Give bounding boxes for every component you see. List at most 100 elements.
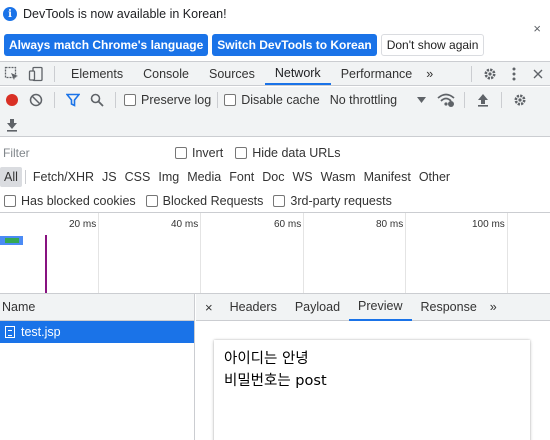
type-filter-other[interactable]: Other bbox=[415, 167, 454, 187]
close-devtools-icon[interactable] bbox=[526, 63, 550, 85]
throttling-value: No throttling bbox=[329, 93, 398, 107]
dropdown-arrow-icon bbox=[417, 97, 427, 103]
request-detail-pane: × Headers Payload Preview Response » 아이디… bbox=[196, 294, 550, 440]
inspect-element-icon[interactable] bbox=[0, 63, 24, 85]
third-party-requests-checkbox[interactable]: 3rd-party requests bbox=[273, 193, 392, 208]
type-filter-all[interactable]: All bbox=[0, 167, 22, 187]
blocked-requests-label: Blocked Requests bbox=[162, 193, 264, 208]
tab-console[interactable]: Console bbox=[133, 62, 199, 85]
more-tabs-chevron-icon[interactable]: » bbox=[422, 62, 437, 85]
type-filter-ws[interactable]: WS bbox=[288, 167, 316, 187]
preserve-log-checkbox[interactable]: Preserve log bbox=[124, 93, 211, 107]
tab-payload[interactable]: Payload bbox=[286, 294, 349, 321]
type-filter-img[interactable]: Img bbox=[154, 167, 183, 187]
type-filter-js[interactable]: JS bbox=[98, 167, 121, 187]
dom-content-loaded-line bbox=[45, 235, 47, 293]
timeline-gridline bbox=[507, 213, 508, 293]
has-blocked-cookies-checkbox[interactable]: Has blocked cookies bbox=[4, 194, 136, 208]
disable-cache-checkbox[interactable]: Disable cache bbox=[224, 93, 320, 107]
toolbar-divider bbox=[471, 65, 472, 82]
invert-checkbox[interactable]: Invert bbox=[175, 146, 223, 160]
network-toolbar-row-1: Preserve log Disable cache No throttling bbox=[0, 88, 550, 112]
toolbar-divider bbox=[464, 92, 466, 108]
type-filter-css[interactable]: CSS bbox=[121, 167, 155, 187]
has-blocked-cookies-label: Has blocked cookies bbox=[21, 193, 136, 208]
invert-label: Invert bbox=[192, 146, 224, 160]
timeline-gridline bbox=[200, 213, 201, 293]
checkbox-box[interactable] bbox=[273, 194, 286, 207]
customize-menu-icon[interactable] bbox=[502, 63, 526, 85]
checkbox-box[interactable] bbox=[224, 94, 237, 106]
export-har-download-icon[interactable] bbox=[0, 114, 24, 136]
checkbox-box[interactable] bbox=[145, 194, 158, 207]
network-split-view: Name test.jsp × Headers Payload Preview … bbox=[0, 294, 550, 440]
timeline-label: 60 ms bbox=[274, 219, 302, 230]
tab-elements[interactable]: Elements bbox=[61, 62, 133, 85]
tab-performance[interactable]: Performance bbox=[331, 62, 423, 85]
always-match-language-button[interactable]: Always match Chrome's language bbox=[4, 34, 209, 56]
blocked-requests-checkbox[interactable]: Blocked Requests bbox=[145, 193, 264, 208]
network-settings-gear-icon[interactable] bbox=[508, 89, 532, 111]
type-filter-manifest[interactable]: Manifest bbox=[360, 167, 415, 187]
throttling-select[interactable]: No throttling bbox=[329, 93, 427, 107]
tab-network[interactable]: Network bbox=[264, 62, 331, 85]
dont-show-again-button[interactable]: Don't show again bbox=[380, 34, 485, 56]
tab-headers[interactable]: Headers bbox=[221, 294, 286, 321]
preview-line: 비밀번호는 post bbox=[224, 373, 327, 389]
request-name: test.jsp bbox=[21, 325, 61, 339]
close-detail-icon[interactable]: × bbox=[196, 294, 221, 321]
request-bar-download bbox=[5, 238, 19, 243]
infobar-message: DevTools is now available in Korean! bbox=[23, 7, 227, 21]
timeline-gridline bbox=[405, 213, 406, 293]
tabbar-right-actions bbox=[465, 62, 550, 85]
timeline-label: 20 ms bbox=[69, 219, 97, 230]
switch-to-korean-button[interactable]: Switch DevTools to Korean bbox=[212, 34, 377, 56]
filter-input[interactable]: Filter bbox=[1, 144, 163, 162]
name-column-header[interactable]: Name bbox=[0, 294, 194, 321]
type-filter-doc[interactable]: Doc bbox=[258, 167, 288, 187]
blocked-filters-bar: Has blocked cookies Blocked Requests 3rd… bbox=[0, 189, 550, 213]
tab-response[interactable]: Response bbox=[412, 294, 486, 321]
network-toolbar-row-2 bbox=[0, 113, 24, 137]
devtools-tabbar: Elements Console Sources Network Perform… bbox=[0, 62, 550, 86]
toolbar-divider bbox=[54, 65, 55, 82]
disable-cache-label: Disable cache bbox=[241, 93, 320, 107]
hide-data-urls-label: Hide data URLs bbox=[252, 146, 341, 160]
third-party-requests-label: 3rd-party requests bbox=[290, 193, 392, 208]
tab-preview[interactable]: Preview bbox=[349, 294, 412, 321]
checkbox-box[interactable] bbox=[175, 147, 187, 159]
clear-icon[interactable] bbox=[24, 89, 48, 111]
preserve-log-label: Preserve log bbox=[141, 93, 212, 107]
record-icon[interactable] bbox=[0, 89, 24, 111]
import-har-upload-icon[interactable] bbox=[471, 89, 495, 111]
network-conditions-wifi-icon[interactable] bbox=[434, 89, 458, 111]
info-icon: i bbox=[3, 7, 17, 21]
toolbar-divider bbox=[115, 92, 116, 108]
type-filter-font[interactable]: Font bbox=[225, 167, 258, 187]
settings-gear-icon[interactable] bbox=[478, 63, 502, 85]
filter-bar: Filter Invert Hide data URLs bbox=[0, 141, 550, 165]
network-toolbar: Preserve log Disable cache No throttling bbox=[0, 87, 550, 137]
more-detail-tabs-chevron-icon[interactable]: » bbox=[486, 294, 501, 321]
hide-data-urls-checkbox[interactable]: Hide data URLs bbox=[235, 146, 341, 160]
timeline-label: 100 ms bbox=[472, 219, 505, 230]
search-icon[interactable] bbox=[85, 89, 109, 111]
type-filter-wasm[interactable]: Wasm bbox=[317, 167, 360, 187]
type-filter-media[interactable]: Media bbox=[183, 167, 225, 187]
timeline-label: 80 ms bbox=[376, 219, 404, 230]
network-overview-timeline[interactable]: 20 ms 40 ms 60 ms 80 ms 100 ms bbox=[0, 213, 550, 294]
document-icon bbox=[5, 326, 15, 338]
checkbox-box[interactable] bbox=[235, 147, 248, 159]
rendered-preview: 아이디는 안녕 비밀번호는 post bbox=[214, 340, 530, 440]
infobar-close-icon[interactable]: × bbox=[533, 21, 541, 36]
detail-tabbar: × Headers Payload Preview Response » bbox=[196, 294, 550, 321]
checkbox-box[interactable] bbox=[124, 94, 136, 106]
checkbox-box[interactable] bbox=[4, 194, 16, 207]
request-row[interactable]: test.jsp bbox=[0, 321, 194, 343]
type-divider bbox=[24, 170, 26, 184]
tab-sources[interactable]: Sources bbox=[199, 62, 265, 85]
device-toolbar-icon[interactable] bbox=[24, 63, 48, 85]
filter-funnel-icon[interactable] bbox=[61, 89, 85, 111]
type-filter-fetch-xhr[interactable]: Fetch/XHR bbox=[29, 167, 98, 187]
timeline-gridline bbox=[98, 213, 99, 293]
